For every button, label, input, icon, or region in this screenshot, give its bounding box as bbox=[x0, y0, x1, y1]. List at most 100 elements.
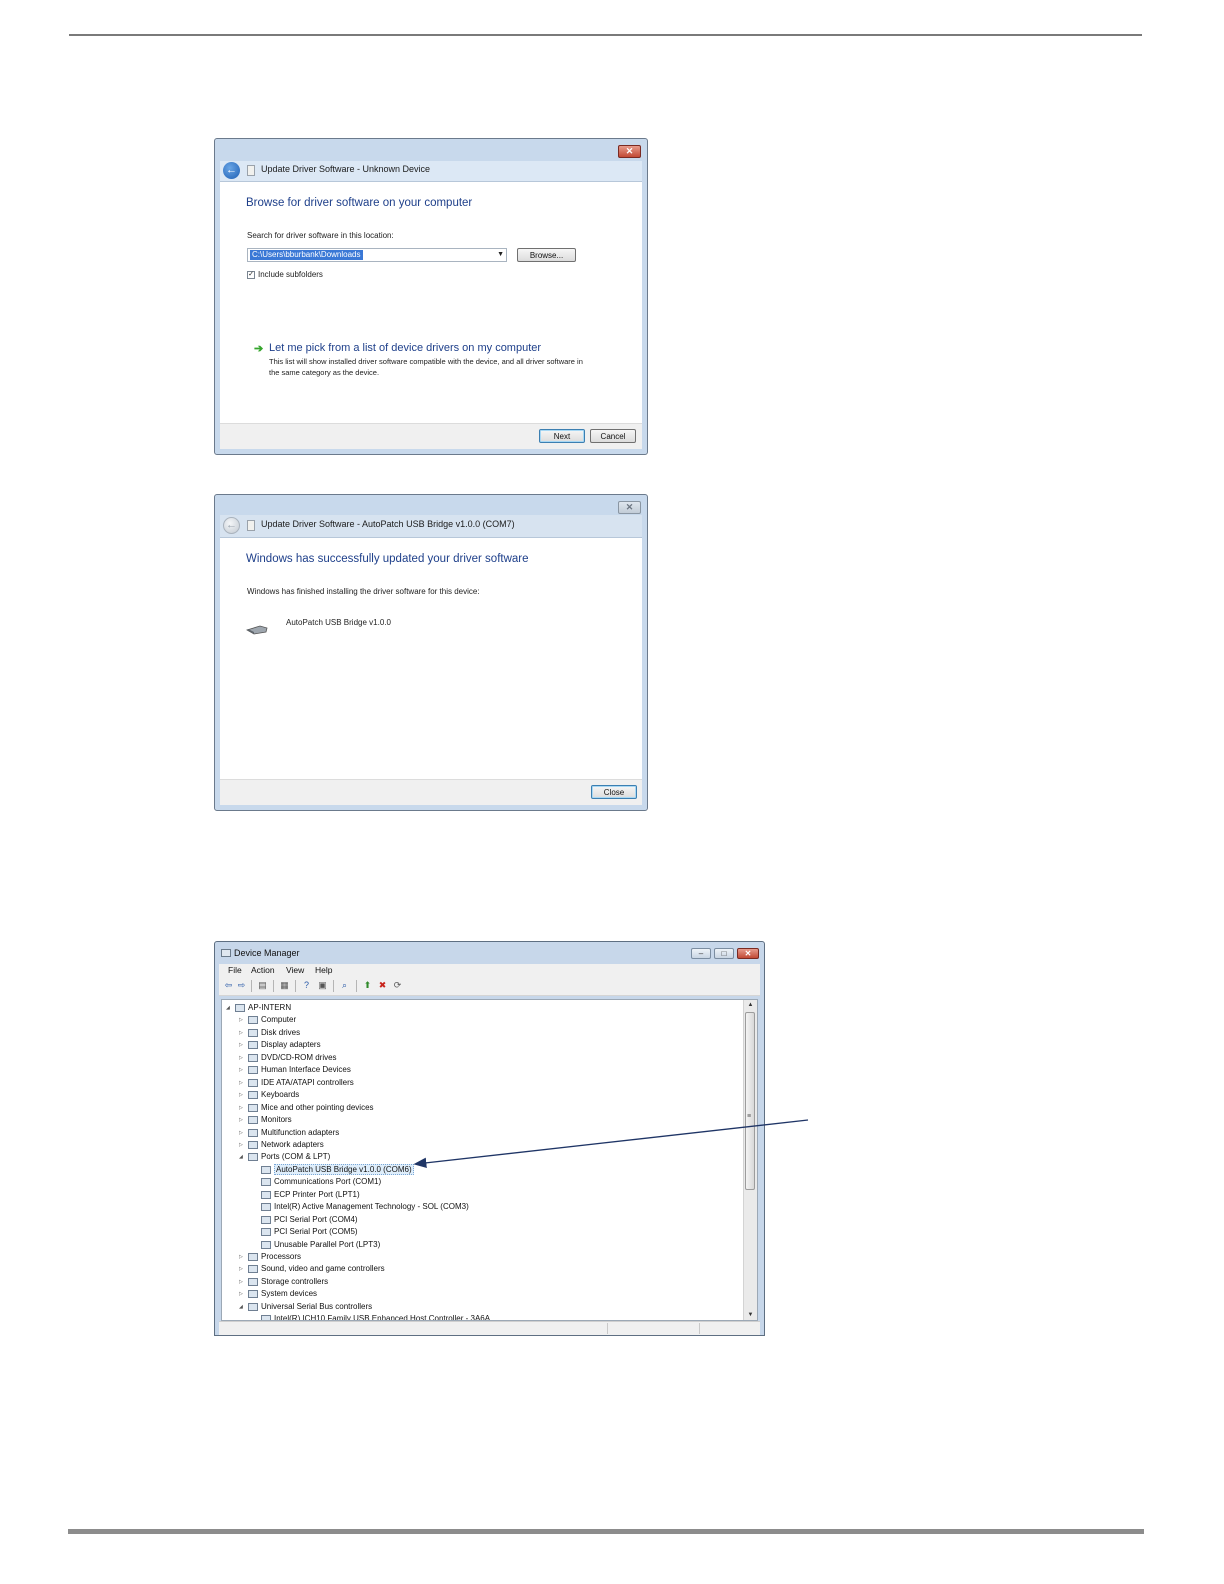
vertical-scrollbar[interactable]: ▲ ≡ ▼ bbox=[743, 1000, 757, 1320]
close-button[interactable]: Close bbox=[591, 785, 637, 799]
back-arrow-icon[interactable]: ← bbox=[223, 517, 240, 534]
tree-category[interactable]: ▷ Sound, video and game controllers bbox=[239, 1263, 385, 1275]
tree-item-label[interactable]: Monitors bbox=[261, 1115, 292, 1124]
tree-category[interactable]: ▷ Mice and other pointing devices bbox=[239, 1102, 374, 1114]
tree-device-item[interactable]: ECP Printer Port (LPT1) bbox=[252, 1189, 360, 1201]
tree-item-label[interactable]: Mice and other pointing devices bbox=[261, 1103, 374, 1112]
tree-category[interactable]: ▷ System devices bbox=[239, 1288, 317, 1300]
close-icon[interactable]: ✕ bbox=[737, 948, 759, 959]
close-icon[interactable]: ✕ bbox=[618, 501, 641, 514]
tree-item-label[interactable]: DVD/CD-ROM drives bbox=[261, 1053, 337, 1062]
tree-category[interactable]: ▷ Computer bbox=[239, 1014, 296, 1026]
expand-triangle-icon[interactable]: ▷ bbox=[239, 1114, 247, 1126]
expand-triangle-icon[interactable]: ▷ bbox=[239, 1102, 247, 1114]
forward-icon[interactable]: ⇨ bbox=[236, 980, 247, 991]
tree-item-label[interactable]: Human Interface Devices bbox=[261, 1065, 351, 1074]
tree-device-item[interactable]: PCI Serial Port (COM4) bbox=[252, 1214, 358, 1226]
tree-category[interactable]: ▷ Storage controllers bbox=[239, 1276, 328, 1288]
tree-root[interactable]: ◢ AP-INTERN bbox=[226, 1002, 291, 1014]
back-icon[interactable]: ⇦ bbox=[223, 980, 234, 991]
tree-item-label[interactable]: Sound, video and game controllers bbox=[261, 1264, 385, 1273]
next-button[interactable]: Next bbox=[539, 429, 585, 443]
tree-item-label[interactable]: ECP Printer Port (LPT1) bbox=[274, 1190, 360, 1199]
expand-triangle-icon[interactable]: ▷ bbox=[239, 1077, 247, 1089]
tree-item-label[interactable]: Intel(R) Active Management Technology - … bbox=[274, 1202, 469, 1211]
tree-item-label[interactable]: PCI Serial Port (COM4) bbox=[274, 1215, 358, 1224]
tree-category[interactable]: ▷ Keyboards bbox=[239, 1089, 299, 1101]
tree-item-label[interactable]: Display adapters bbox=[261, 1040, 321, 1049]
tree-item-label[interactable]: IDE ATA/ATAPI controllers bbox=[261, 1078, 354, 1087]
minimize-icon[interactable]: – bbox=[691, 948, 711, 959]
scroll-up-icon[interactable]: ▲ bbox=[744, 1000, 757, 1010]
expand-triangle-icon[interactable]: ▷ bbox=[239, 1064, 247, 1076]
back-arrow-icon[interactable]: ← bbox=[223, 162, 240, 179]
tree-category[interactable]: ▷ IDE ATA/ATAPI controllers bbox=[239, 1077, 354, 1089]
properties-icon[interactable]: ▦ bbox=[279, 980, 290, 991]
expand-triangle-icon[interactable]: ▷ bbox=[239, 1276, 247, 1288]
menu-help[interactable]: Help bbox=[315, 965, 332, 975]
tree-category[interactable]: ▷ Display adapters bbox=[239, 1039, 321, 1051]
tree-item-label[interactable]: Storage controllers bbox=[261, 1277, 328, 1286]
tree-item-label[interactable]: AutoPatch USB Bridge v1.0.0 (COM6) bbox=[274, 1163, 414, 1175]
tree-item-label[interactable]: Universal Serial Bus controllers bbox=[261, 1302, 372, 1311]
expand-triangle-icon[interactable]: ▷ bbox=[239, 1089, 247, 1101]
expand-triangle-icon[interactable]: ▷ bbox=[239, 1288, 247, 1300]
tree-item-label[interactable]: Unusable Parallel Port (LPT3) bbox=[274, 1240, 380, 1249]
pick-from-list-link[interactable]: Let me pick from a list of device driver… bbox=[269, 342, 541, 354]
tree-category[interactable]: ▷ Monitors bbox=[239, 1114, 292, 1126]
tree-item-label[interactable]: Ports (COM & LPT) bbox=[261, 1152, 330, 1161]
scroll-thumb[interactable]: ≡ bbox=[745, 1012, 755, 1190]
expand-triangle-icon[interactable]: ▷ bbox=[239, 1027, 247, 1039]
close-icon[interactable]: ✕ bbox=[618, 145, 641, 158]
menu-file[interactable]: File bbox=[228, 965, 242, 975]
tree-item-label[interactable]: Keyboards bbox=[261, 1090, 299, 1099]
tree-item-label[interactable]: Network adapters bbox=[261, 1140, 324, 1149]
include-subfolders-checkbox[interactable]: ✓ bbox=[247, 271, 255, 279]
tree-item-label[interactable]: System devices bbox=[261, 1289, 317, 1298]
browse-button[interactable]: Browse... bbox=[517, 248, 576, 262]
disable-icon[interactable]: ⟳ bbox=[392, 980, 403, 991]
scroll-down-icon[interactable]: ▼ bbox=[744, 1310, 757, 1320]
uninstall-icon[interactable]: ✖ bbox=[377, 980, 388, 991]
tree-device-item[interactable]: Unusable Parallel Port (LPT3) bbox=[252, 1239, 380, 1251]
tree-device-item[interactable]: PCI Serial Port (COM5) bbox=[252, 1226, 358, 1238]
tree-category[interactable]: ◢ Universal Serial Bus controllers bbox=[239, 1301, 372, 1313]
tree-item-label[interactable]: PCI Serial Port (COM5) bbox=[274, 1227, 358, 1236]
collapse-triangle-icon[interactable]: ◢ bbox=[239, 1151, 247, 1163]
scan-hardware-icon[interactable]: ⌕ bbox=[339, 980, 350, 991]
update-driver-icon[interactable]: ⬆ bbox=[362, 980, 373, 991]
expand-icon[interactable]: ▣ bbox=[317, 980, 328, 991]
help-icon[interactable]: ? bbox=[301, 980, 312, 991]
show-hide-tree-icon[interactable]: ▤ bbox=[257, 980, 268, 991]
tree-item-label[interactable]: AP-INTERN bbox=[248, 1003, 291, 1012]
tree-device-item[interactable]: AutoPatch USB Bridge v1.0.0 (COM6) bbox=[252, 1163, 414, 1176]
tree-device-item[interactable]: Communications Port (COM1) bbox=[252, 1176, 381, 1188]
tree-item-label[interactable]: Disk drives bbox=[261, 1028, 300, 1037]
tree-item-label[interactable]: Multifunction adapters bbox=[261, 1128, 339, 1137]
include-subfolders-label[interactable]: Include subfolders bbox=[258, 270, 323, 279]
expand-triangle-icon[interactable]: ▷ bbox=[239, 1014, 247, 1026]
expand-triangle-icon[interactable]: ▷ bbox=[239, 1139, 247, 1151]
expand-triangle-icon[interactable]: ▷ bbox=[239, 1052, 247, 1064]
tree-category[interactable]: ▷ Human Interface Devices bbox=[239, 1064, 351, 1076]
tree-device-item[interactable]: Intel(R) ICH10 Family USB Enhanced Host … bbox=[252, 1313, 490, 1320]
maximize-icon[interactable]: □ bbox=[714, 948, 734, 959]
expand-triangle-icon[interactable]: ▷ bbox=[239, 1039, 247, 1051]
tree-category[interactable]: ▷ DVD/CD-ROM drives bbox=[239, 1052, 337, 1064]
driver-path-combobox[interactable]: C:\Users\bburbank\Downloads ▼ bbox=[247, 248, 507, 262]
expand-triangle-icon[interactable]: ▷ bbox=[239, 1251, 247, 1263]
menu-view[interactable]: View bbox=[286, 965, 304, 975]
tree-category[interactable]: ▷ Multifunction adapters bbox=[239, 1127, 339, 1139]
tree-item-label[interactable]: Processors bbox=[261, 1252, 301, 1261]
tree-item-label[interactable]: Intel(R) ICH10 Family USB Enhanced Host … bbox=[274, 1314, 490, 1320]
expand-triangle-icon[interactable]: ▷ bbox=[239, 1127, 247, 1139]
cancel-button[interactable]: Cancel bbox=[590, 429, 636, 443]
tree-category[interactable]: ▷ Disk drives bbox=[239, 1027, 300, 1039]
tree-item-label[interactable]: Communications Port (COM1) bbox=[274, 1177, 381, 1186]
tree-category[interactable]: ◢ Ports (COM & LPT) bbox=[239, 1151, 330, 1163]
tree-category[interactable]: ▷ Processors bbox=[239, 1251, 301, 1263]
tree-item-label[interactable]: Computer bbox=[261, 1015, 296, 1024]
driver-path-value[interactable]: C:\Users\bburbank\Downloads bbox=[250, 250, 363, 260]
chevron-down-icon[interactable]: ▼ bbox=[497, 250, 504, 260]
tree-category[interactable]: ▷ Network adapters bbox=[239, 1139, 324, 1151]
